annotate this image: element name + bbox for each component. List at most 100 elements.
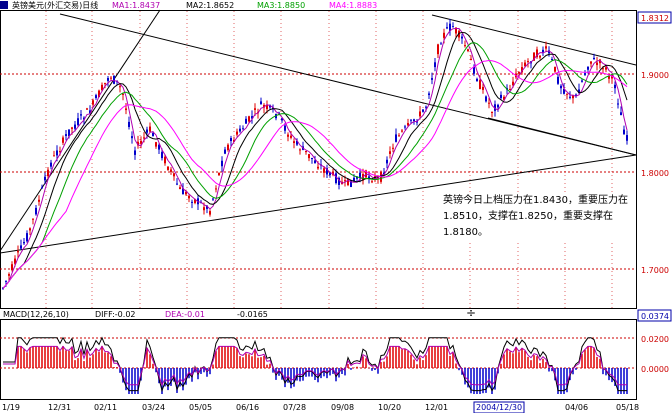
date-label: 05/05 [189,403,212,412]
ma3-label: MA3:1.8850 [257,1,305,10]
date-label: 12/01 [425,403,448,412]
candle-body [437,44,439,55]
date-label: 10/20 [378,403,401,412]
candle-body [173,173,175,177]
candle-body [344,180,346,182]
macd-value: -0.0165 [237,310,268,319]
candle-body [431,78,433,80]
candle-body [488,102,490,104]
candle-body [557,76,559,84]
candle-body [191,201,193,203]
candle-body [596,62,598,66]
date-label: 1/19 [2,403,20,412]
candle-body [44,176,46,181]
candle-body [110,77,112,79]
date-label: 05/18 [616,403,639,412]
candle-body [398,135,400,137]
candle-body [224,149,226,154]
candle-body [305,150,307,153]
candle-body [545,46,547,49]
candle-body [485,96,487,102]
candle-body [623,129,625,135]
candle-body [626,135,628,141]
candle-body [65,134,67,136]
candle-body [56,150,58,156]
candle-body [287,134,289,137]
candle-body [26,233,28,242]
candle-body [482,86,484,90]
candle-body [248,116,250,122]
candle-body [131,136,133,139]
trend-line-upper-left [0,9,161,252]
moving-average-lines [2,28,628,289]
candle-body [446,27,448,29]
candle-body [497,104,499,108]
candle-body [53,155,55,157]
chart-menu-icon[interactable] [0,1,8,9]
candle-body [479,80,481,90]
candle-body [146,129,148,133]
candle-body [149,126,151,132]
current-price-value: 1.8312 [641,14,669,23]
candle-body [254,108,256,110]
date-label: 04/06 [565,403,588,412]
candle-body [209,211,211,215]
candle-body [590,61,592,64]
candle-body [311,157,313,160]
split-drag-icon[interactable]: ÷ [466,306,476,320]
candle-body [128,121,130,127]
candle-body [401,130,403,132]
trend-line-channel-bottom [487,117,637,156]
date-label: 02/11 [94,403,117,412]
candle-body [593,57,595,60]
ma1-label: MA1:1.8437 [112,1,160,10]
candle-body [140,140,142,144]
candle-body [176,183,178,185]
macd-series [3,336,628,394]
candle-body [527,61,529,63]
candle-body [203,207,205,211]
candle-body [404,126,406,128]
macd-dea: DEA:-0.01 [165,310,205,319]
candle-body [152,133,154,137]
symbol-label: 英镑美元(外汇交易)日线 [12,0,98,10]
price-tick-1700: 1.7000 [641,266,669,275]
candle-body [242,128,244,130]
candle-body [395,134,397,142]
candle-body [215,188,217,190]
candle-body [410,119,412,121]
price-panel-frame [0,10,637,309]
ma2-label: MA2:1.8652 [186,1,234,10]
candle-body [119,86,121,88]
candle-body [407,123,409,126]
candle-body [314,160,316,164]
ma-line [2,42,628,289]
candle-body [419,111,421,117]
candle-body [125,108,127,111]
candle-body [74,124,76,129]
candle-body [560,85,562,89]
candle-body [29,228,31,231]
date-label: 09/08 [331,403,354,412]
price-tick-1900: 1.9000 [641,71,669,80]
candle-body [389,151,391,154]
candle-body [539,55,541,58]
candle-body [299,149,301,151]
ma4-label: MA4:1.8883 [329,1,377,10]
date-label: 07/28 [283,403,306,412]
candle-body [260,101,262,105]
candle-body [179,187,181,190]
candle-body [434,62,436,68]
date-label: 12/31 [48,403,71,412]
candle-body [77,118,79,125]
candle-body [230,138,232,142]
candle-body [569,96,571,98]
date-label: 06/16 [236,403,259,412]
candle-body [500,94,502,99]
candle-body [212,198,214,200]
candle-body [80,114,82,116]
candle-body [155,142,157,147]
macd-name: MACD(12,26,10) [3,310,69,319]
candle-body [41,187,43,189]
candle-body [32,218,34,220]
